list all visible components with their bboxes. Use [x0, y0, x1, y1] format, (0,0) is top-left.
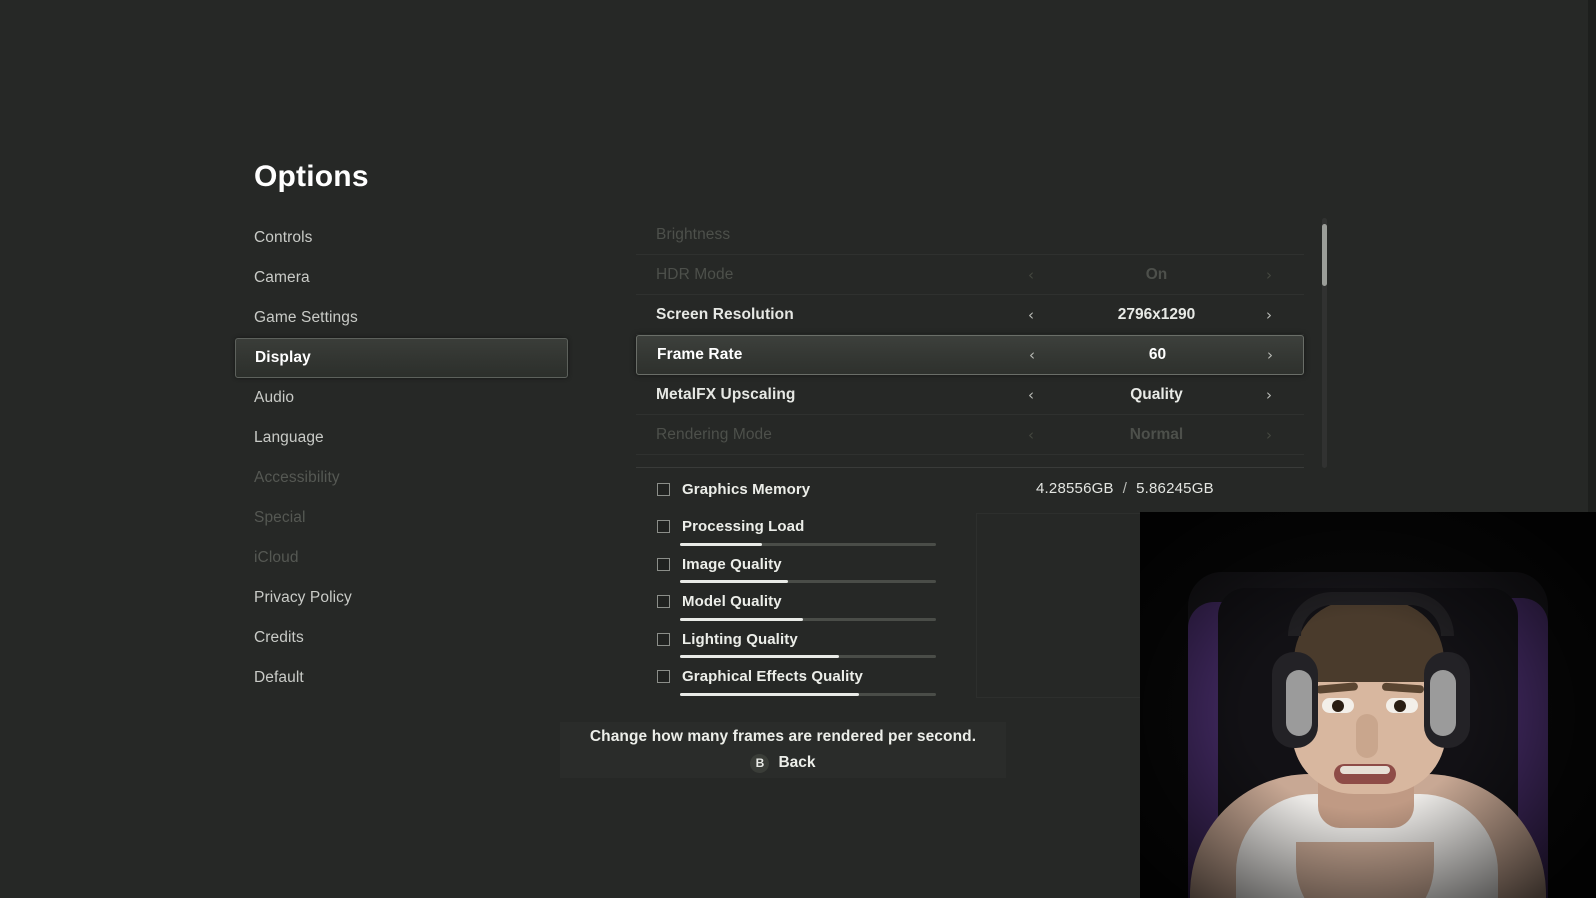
- sidebar-item-label: Accessibility: [254, 469, 340, 486]
- display-settings-panel: Brightness HDR Mode ‹ On › Screen Resolution ‹…: [636, 215, 1304, 455]
- sidebar-item-label: Display: [255, 349, 311, 366]
- sidebar-item-label: Special: [254, 509, 306, 526]
- setting-row-screen-resolution[interactable]: Screen Resolution ‹ 2796x1290 ›: [636, 295, 1304, 335]
- setting-label: Rendering Mode: [656, 425, 772, 443]
- slider-fill: [680, 617, 803, 621]
- memory-total: 5.86245GB: [1136, 480, 1214, 497]
- quality-row-graphics-memory[interactable]: Graphics Memory 4.28556GB / 5.86245GB: [636, 476, 1304, 514]
- chevron-left-icon: ‹: [1028, 265, 1034, 284]
- slider-model-quality[interactable]: [680, 617, 936, 621]
- setting-label: Brightness: [656, 225, 731, 243]
- options-sidebar: Controls Camera Game Settings Display Audio L…: [235, 218, 570, 698]
- checkbox-lighting-quality[interactable]: [657, 632, 670, 646]
- chevron-left-icon: ‹: [1028, 425, 1034, 444]
- sidebar-item-controls[interactable]: Controls: [235, 218, 570, 258]
- checkbox-graphical-effects-quality[interactable]: [657, 670, 670, 683]
- chevron-right-icon: ›: [1266, 265, 1272, 284]
- sidebar-item-icloud: iCloud: [235, 538, 570, 578]
- sidebar-item-label: Camera: [254, 269, 310, 286]
- webcam-vignette: [1140, 512, 1596, 898]
- quality-label: Image Quality: [682, 555, 782, 573]
- chevron-right-icon[interactable]: ›: [1266, 386, 1272, 404]
- footer-hint-bar: Change how many frames are rendered per …: [560, 722, 1006, 778]
- sidebar-item-default[interactable]: Default: [235, 658, 570, 698]
- setting-value: Quality: [1130, 385, 1183, 403]
- sidebar-item-game-settings[interactable]: Game Settings: [235, 298, 570, 338]
- setting-label: HDR Mode: [656, 265, 734, 283]
- settings-scrollbar[interactable]: [1322, 218, 1327, 468]
- sidebar-item-label: Privacy Policy: [254, 589, 352, 606]
- setting-description: Change how many frames are rendered per …: [589, 727, 977, 745]
- slider-fill: [680, 655, 839, 658]
- sidebar-item-display[interactable]: Display: [235, 338, 568, 378]
- chevron-left-icon[interactable]: ‹: [1028, 306, 1034, 324]
- sidebar-item-special: Special: [235, 498, 570, 538]
- chevron-right-icon[interactable]: ›: [1266, 306, 1272, 324]
- sidebar-item-label: Default: [254, 669, 304, 686]
- quality-label: Graphics Memory: [682, 480, 811, 498]
- setting-row-hdr-mode: HDR Mode ‹ On ›: [636, 255, 1304, 295]
- back-button[interactable]: B Back: [750, 753, 816, 773]
- setting-row-brightness: Brightness: [636, 215, 1304, 255]
- slider-graphical-effects-quality[interactable]: [680, 692, 936, 696]
- sidebar-item-privacy-policy[interactable]: Privacy Policy: [235, 578, 570, 618]
- sidebar-item-language[interactable]: Language: [235, 418, 570, 458]
- settings-scrollbar-thumb[interactable]: [1322, 224, 1327, 286]
- checkbox-model-quality[interactable]: [657, 595, 670, 608]
- quality-label: Lighting Quality: [682, 630, 798, 648]
- quality-label: Graphical Effects Quality: [682, 668, 863, 685]
- setting-label: Frame Rate: [657, 346, 743, 363]
- back-button-label: Back: [778, 754, 816, 771]
- slider-fill: [680, 692, 860, 696]
- graphics-memory-values: 4.28556GB / 5.86245GB: [1036, 480, 1214, 497]
- chevron-left-icon[interactable]: ‹: [1029, 346, 1035, 364]
- sidebar-item-label: Controls: [254, 229, 313, 246]
- slider-fill: [680, 542, 762, 546]
- slider-fill: [680, 580, 788, 583]
- slider-image-quality[interactable]: [680, 580, 936, 583]
- slider-processing-load[interactable]: [680, 542, 936, 546]
- webcam-overlay: [1140, 512, 1596, 898]
- setting-row-rendering-mode: Rendering Mode ‹ Normal ›: [636, 415, 1304, 455]
- setting-value: On: [1145, 265, 1168, 283]
- memory-used: 4.28556GB: [1036, 480, 1114, 497]
- setting-row-metalfx-upscaling[interactable]: MetalFX Upscaling ‹ Quality ›: [636, 375, 1304, 415]
- slider-lighting-quality[interactable]: [680, 655, 936, 658]
- checkbox-image-quality[interactable]: [657, 557, 670, 571]
- sidebar-item-label: iCloud: [254, 549, 299, 566]
- sidebar-item-credits[interactable]: Credits: [235, 618, 570, 658]
- page-title: Options: [254, 160, 369, 193]
- memory-separator: /: [1122, 480, 1128, 497]
- sidebar-item-audio[interactable]: Audio: [235, 378, 570, 418]
- sidebar-item-label: Game Settings: [254, 309, 358, 326]
- setting-value: 2796x1290: [1117, 305, 1196, 323]
- sidebar-item-label: Language: [254, 429, 324, 446]
- setting-value: Normal: [1129, 425, 1184, 443]
- checkbox-graphics-memory[interactable]: [657, 482, 670, 496]
- sidebar-item-label: Audio: [254, 389, 295, 406]
- chevron-left-icon[interactable]: ‹: [1028, 386, 1034, 404]
- setting-row-frame-rate[interactable]: Frame Rate ‹ 60 ›: [636, 335, 1304, 375]
- setting-value: 60: [1148, 346, 1167, 363]
- section-divider: [636, 467, 1304, 468]
- sidebar-item-label: Credits: [254, 629, 304, 646]
- quality-label: Processing Load: [682, 518, 805, 535]
- sidebar-item-camera[interactable]: Camera: [235, 258, 570, 298]
- chevron-right-icon: ›: [1266, 425, 1272, 444]
- game-options-screen: Options Controls Camera Game Settings Displ…: [0, 0, 1596, 898]
- chevron-right-icon[interactable]: ›: [1267, 346, 1273, 364]
- setting-label: Screen Resolution: [656, 305, 794, 323]
- setting-label: MetalFX Upscaling: [656, 385, 796, 403]
- quality-label: Model Quality: [682, 593, 782, 610]
- gamepad-b-button-icon: B: [750, 753, 770, 773]
- sidebar-item-accessibility: Accessibility: [235, 458, 570, 498]
- checkbox-processing-load[interactable]: [657, 520, 670, 533]
